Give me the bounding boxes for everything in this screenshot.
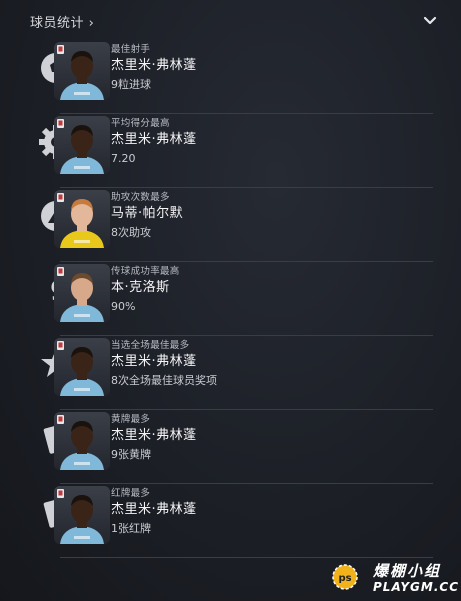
stat-texts: 助攻次数最多马蒂·帕尔默 8次助攻 [111, 192, 183, 241]
section-title[interactable]: 球员统计 › [30, 12, 94, 31]
stat-texts: 传球成功率最高本·克洛斯 90% [111, 266, 180, 315]
player-stats-header[interactable]: 球员统计 › [0, 0, 461, 40]
player-name[interactable]: 马蒂·帕尔默 [111, 205, 183, 223]
player-name[interactable]: 杰里米·弗林蓬 [111, 353, 217, 371]
player-avatar[interactable] [54, 116, 110, 174]
player-avatar[interactable] [54, 264, 110, 322]
stat-texts: 黄牌最多杰里米·弗林蓬 9张黄牌 [111, 414, 197, 463]
player-avatar[interactable] [54, 42, 110, 100]
stat-texts: 最佳射手杰里米·弗林蓬 9粒进球 [111, 44, 197, 93]
watermark-logo: ps [332, 564, 358, 590]
player-avatar[interactable] [54, 190, 110, 248]
stat-category: 红牌最多 [111, 488, 151, 499]
stat-row[interactable]: 当选全场最佳最多杰里米·弗林蓬 8次全场最佳球员奖项 [0, 332, 461, 410]
chevron-down-icon[interactable] [423, 15, 437, 27]
player-avatar[interactable] [54, 412, 110, 470]
stat-row[interactable]: 助攻次数最多马蒂·帕尔默 8次助攻 [0, 184, 461, 262]
stat-row[interactable]: 9 传球成功率最高本·克洛斯90% [0, 258, 461, 336]
player-name[interactable]: 杰里米·弗林蓬 [111, 427, 197, 445]
stat-row[interactable]: 最佳射手杰里米·弗林蓬 9粒进球 [0, 36, 461, 114]
watermark-line1: 爆棚小组 [373, 562, 442, 580]
player-name[interactable]: 本·克洛斯 [111, 279, 180, 297]
stat-value: 1张红牌 [111, 522, 151, 535]
stat-value: 7.20 [111, 152, 136, 165]
stat-category: 传球成功率最高 [111, 266, 180, 277]
player-name[interactable]: 杰里米·弗林蓬 [111, 131, 197, 149]
stat-value: 8次助攻 [111, 226, 151, 239]
player-avatar[interactable] [54, 486, 110, 544]
watermark: ps 爆棚小组 PLAYGM.CC [330, 558, 458, 598]
stat-row[interactable]: 平均得分最高杰里米·弗林蓬 7.20 [0, 110, 461, 188]
stat-value: 90% [111, 300, 136, 313]
stat-row[interactable]: 红牌最多杰里米·弗林蓬 1张红牌 [0, 480, 461, 558]
stat-category: 当选全场最佳最多 [111, 340, 190, 351]
stat-value: 9粒进球 [111, 78, 151, 91]
watermark-line2: PLAYGM.CC [373, 580, 460, 594]
stat-category: 黄牌最多 [111, 414, 151, 425]
stat-texts: 平均得分最高杰里米·弗林蓬 7.20 [111, 118, 197, 167]
stat-texts: 红牌最多杰里米·弗林蓬 1张红牌 [111, 488, 197, 537]
stat-row[interactable]: 黄牌最多杰里米·弗林蓬 9张黄牌 [0, 406, 461, 484]
stat-value: 9张黄牌 [111, 448, 151, 461]
player-name[interactable]: 杰里米·弗林蓬 [111, 57, 197, 75]
player-name[interactable]: 杰里米·弗林蓬 [111, 501, 197, 519]
watermark-logo-text: ps [338, 573, 351, 584]
player-avatar[interactable] [54, 338, 110, 396]
stat-category: 平均得分最高 [111, 118, 170, 129]
stat-texts: 当选全场最佳最多杰里米·弗林蓬 8次全场最佳球员奖项 [111, 340, 217, 389]
stat-category: 助攻次数最多 [111, 192, 170, 203]
stat-value: 8次全场最佳球员奖项 [111, 374, 217, 387]
stat-category: 最佳射手 [111, 44, 151, 55]
